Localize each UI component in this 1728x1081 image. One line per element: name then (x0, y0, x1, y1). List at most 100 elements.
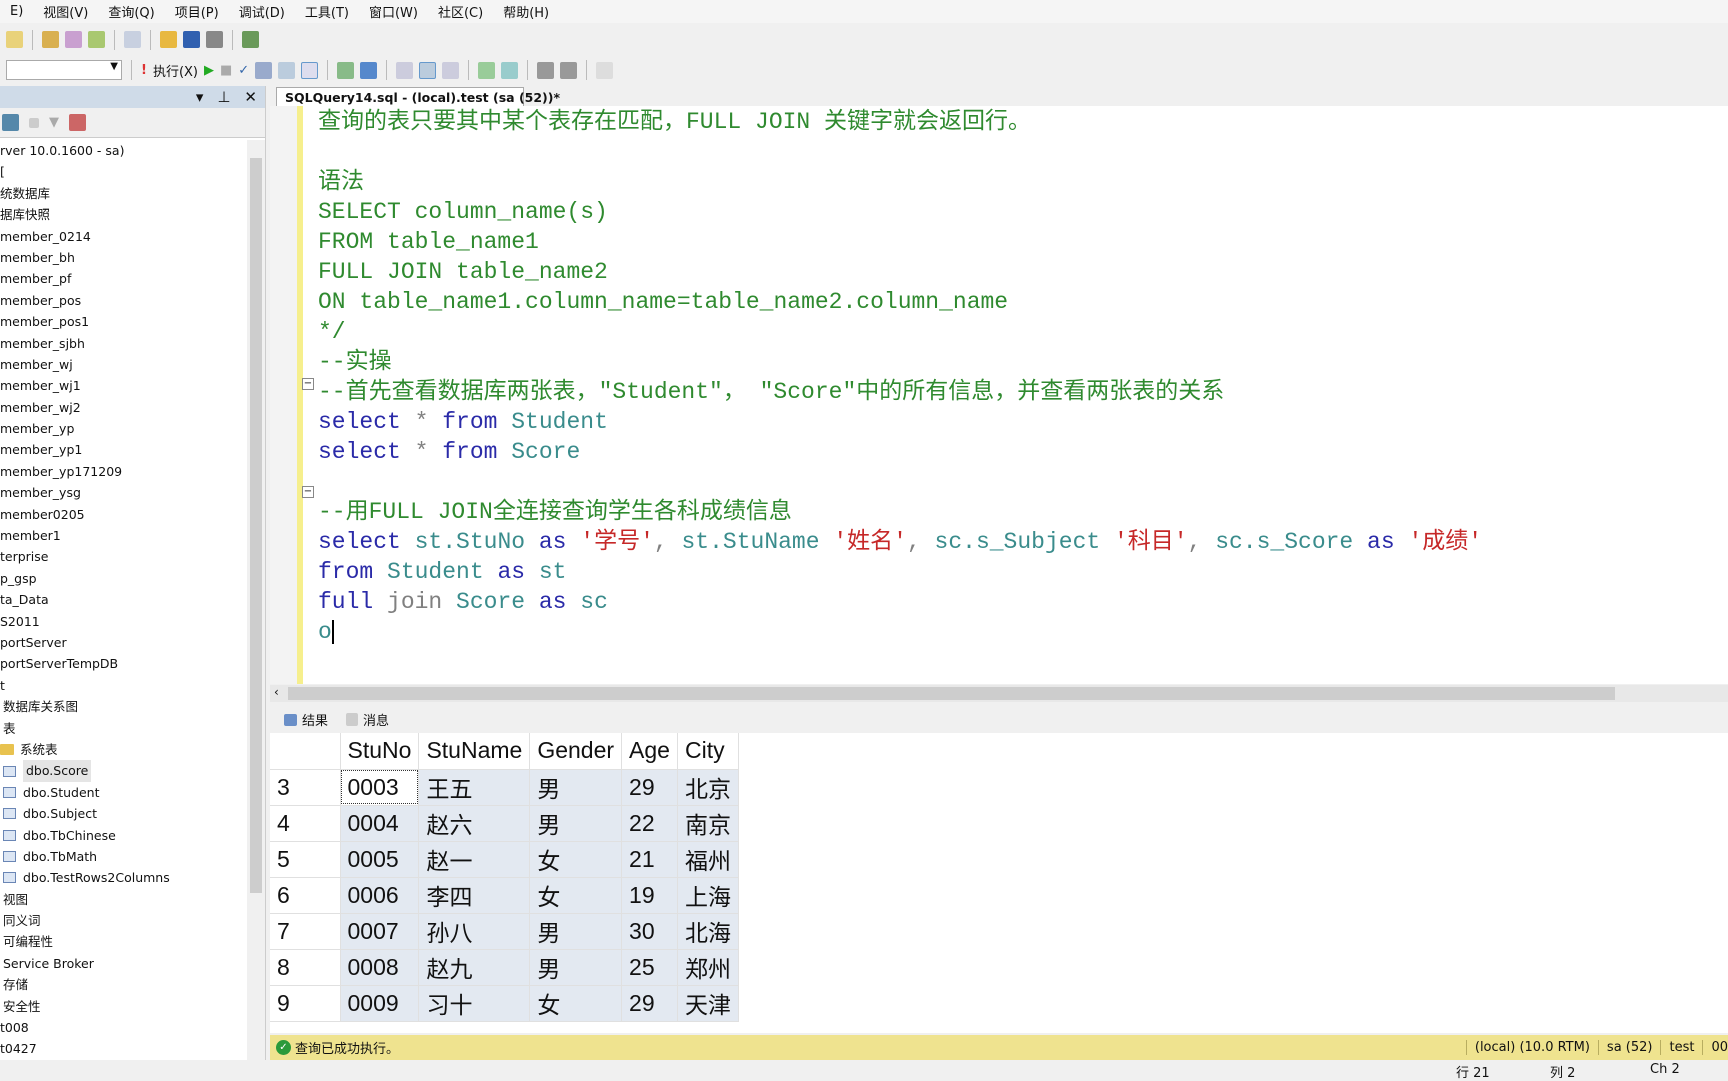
tree-item[interactable]: t (0, 675, 246, 696)
tab-results[interactable]: 结果 (278, 708, 334, 731)
tree-item[interactable]: rver 10.0.1600 - sa) (0, 140, 246, 161)
grid-cell[interactable]: 福州 (677, 841, 739, 878)
grid-cell[interactable]: 孙八 (418, 913, 531, 950)
new-file-icon[interactable] (124, 31, 141, 48)
menu-item[interactable]: 帮助(H) (493, 2, 559, 21)
tree-scrollbar[interactable] (247, 140, 265, 1060)
grid-cell[interactable]: 郑州 (677, 949, 739, 986)
tree-item[interactable]: member_0214 (0, 226, 246, 247)
row-number[interactable]: 6 (270, 877, 341, 914)
grid-cell[interactable]: 30 (621, 913, 678, 950)
tree-item[interactable]: dbo.Subject (0, 803, 246, 824)
tree-item[interactable]: member_yp1 (0, 439, 246, 460)
tree-item[interactable]: dbo.Student (0, 782, 246, 803)
column-header[interactable]: Gender (529, 733, 623, 770)
results-grid[interactable]: StuNo StuName Gender Age City 3 0003 王五男 29 北京 4 00… (270, 733, 1728, 1033)
close-icon[interactable]: ✕ (244, 88, 257, 106)
grid-cell[interactable]: 女 (529, 877, 623, 914)
comment-icon[interactable] (478, 61, 496, 79)
tree-item[interactable]: portServer (0, 632, 246, 653)
parse-check-icon[interactable]: ✓ (238, 63, 249, 78)
stop-icon[interactable] (29, 117, 39, 128)
row-number[interactable]: 8 (270, 949, 341, 986)
grid-cell[interactable]: 男 (529, 913, 623, 950)
tree-item[interactable]: member_wj1 (0, 375, 246, 396)
tree-item[interactable]: member_yp (0, 418, 246, 439)
scrollbar-thumb[interactable] (288, 687, 1615, 700)
tree-item[interactable]: 系统表 (0, 739, 246, 760)
activity-monitor-icon[interactable] (242, 31, 259, 48)
tree-item[interactable]: 数据库关系图 (0, 696, 246, 717)
print-icon[interactable] (206, 31, 223, 48)
save-icon[interactable] (183, 31, 200, 48)
tree-item[interactable]: S2011 (0, 611, 246, 632)
row-number[interactable]: 4 (270, 805, 341, 842)
grid-cell[interactable]: 赵六 (418, 805, 531, 842)
execute-button[interactable]: 执行(X) (153, 61, 198, 80)
column-header[interactable]: Age (621, 733, 678, 770)
row-number[interactable]: 9 (270, 985, 341, 1022)
grid-cell[interactable]: 赵九 (418, 949, 531, 986)
tree-item[interactable]: member_ysg (0, 482, 246, 503)
row-number[interactable]: 7 (270, 913, 341, 950)
column-header[interactable]: StuName (418, 733, 531, 770)
specify-values-icon[interactable] (596, 61, 614, 79)
uncomment-icon[interactable] (501, 61, 519, 79)
tree-item[interactable]: 表 (0, 718, 246, 739)
tree-item[interactable]: member_yp171209 (0, 461, 246, 482)
tree-item[interactable]: t0427 (0, 1038, 246, 1059)
menu-item[interactable]: 项目(P) (165, 2, 229, 21)
table-row[interactable]: 6 0006 李四女 19 上海 (270, 877, 739, 914)
grid-cell[interactable]: 南京 (677, 805, 739, 842)
grid-cell[interactable]: 李四 (418, 877, 531, 914)
tree-item[interactable]: 安全性 (0, 996, 246, 1017)
tree-item[interactable]: member_bh (0, 247, 246, 268)
tree-item[interactable]: 视图 (0, 889, 246, 910)
query-editor[interactable]: − − 查询的表只要其中某个表存在匹配，FULL JOIN 关键字就会返回行。语… (270, 106, 1728, 684)
tree-item[interactable]: member_sjbh (0, 333, 246, 354)
tree-item[interactable]: 存储 (0, 974, 246, 995)
tree-item[interactable]: [ (0, 161, 246, 182)
tree-item[interactable]: member_pos1 (0, 311, 246, 332)
grid-cell[interactable]: 男 (529, 805, 623, 842)
decrease-indent-icon[interactable] (537, 61, 555, 79)
tree-item[interactable]: terprise (0, 546, 246, 567)
grid-cell[interactable]: 22 (621, 805, 678, 842)
grid-cell[interactable]: 0008 (340, 949, 420, 986)
table-row[interactable]: 4 0004 赵六男 22 南京 (270, 805, 739, 842)
results-to-file-icon[interactable] (442, 61, 460, 79)
grid-cell[interactable]: 天津 (677, 985, 739, 1022)
grid-cell[interactable]: 25 (621, 949, 678, 986)
debug-play-icon[interactable]: ▶ (204, 63, 214, 78)
grid-cell[interactable]: 北京 (677, 769, 739, 806)
tree-item[interactable]: 据库快照 (0, 204, 246, 225)
grid-cell[interactable]: 女 (529, 841, 623, 878)
menu-item[interactable]: 工具(T) (295, 2, 359, 21)
grid-cell[interactable]: 19 (621, 877, 678, 914)
tree-item[interactable]: member_wj (0, 354, 246, 375)
tree-item[interactable]: portServerTempDB (0, 653, 246, 674)
grid-cell[interactable]: 0006 (340, 877, 420, 914)
stop-icon[interactable]: ■ (220, 63, 232, 78)
display-plan-icon[interactable] (255, 61, 273, 79)
tree-item[interactable]: member_wj2 (0, 397, 246, 418)
column-header[interactable]: StuNo (340, 733, 420, 770)
menu-item[interactable]: 窗口(W) (359, 2, 428, 21)
grid-cell[interactable]: 北海 (677, 913, 739, 950)
increase-indent-icon[interactable] (560, 61, 578, 79)
grid-cell[interactable]: 29 (621, 985, 678, 1022)
sql-code[interactable]: 查询的表只要其中某个表存在匹配，FULL JOIN 关键字就会返回行。 语法 SEL… (318, 107, 1482, 647)
dropdown-icon[interactable]: ▾ (196, 88, 204, 106)
results-grid-icon[interactable] (419, 61, 437, 79)
table-row[interactable]: 7 0007 孙八男 30 北海 (270, 913, 739, 950)
tree-item[interactable]: 统数据库 (0, 183, 246, 204)
collapse-icon[interactable]: − (302, 486, 314, 498)
tree-item[interactable]: member_pos (0, 290, 246, 311)
tree-item[interactable]: dbo.Score (0, 760, 246, 782)
grid-cell[interactable]: 0003 (340, 769, 420, 806)
results-to-text-icon[interactable] (396, 61, 414, 79)
grid-cell[interactable]: 男 (529, 949, 623, 986)
grid-cell[interactable]: 王五 (418, 769, 531, 806)
connect-icon[interactable] (2, 114, 19, 131)
tab-messages[interactable]: 消息 (340, 708, 395, 731)
